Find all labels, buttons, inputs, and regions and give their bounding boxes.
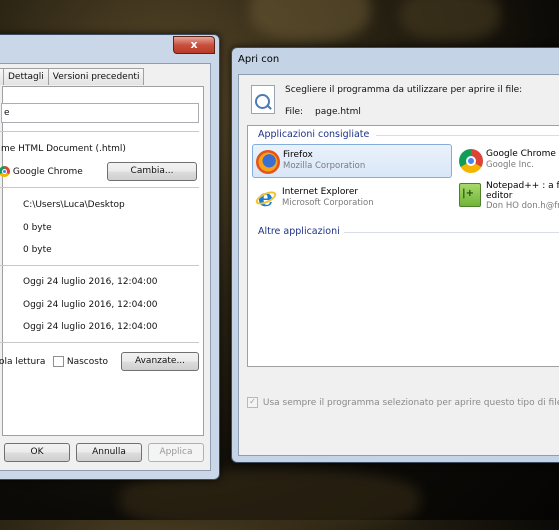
hidden-label: Nascosto xyxy=(66,357,108,367)
app-publisher: Microsoft Corporation xyxy=(282,198,374,208)
hidden-checkbox[interactable] xyxy=(53,356,64,367)
group-divider xyxy=(376,135,559,136)
desktop-wallpaper xyxy=(250,0,370,40)
size-on-disk-value: 0 byte xyxy=(23,245,52,255)
properties-body: Dettagli Versioni precedenti e me HTML D… xyxy=(0,63,211,471)
file-label: File: xyxy=(285,107,304,117)
open-with-app-name: Google Chrome xyxy=(12,167,83,177)
ok-button[interactable]: OK xyxy=(4,443,70,462)
app-item-notepad-plus-plus[interactable]: Notepad++ : a fr editor Don HO don.h@fr xyxy=(456,178,559,218)
app-name: Google Chrome xyxy=(486,149,556,159)
properties-close-button[interactable]: x xyxy=(173,36,215,54)
open-with-title: Apri con xyxy=(238,54,280,65)
app-name: Internet Explorer xyxy=(282,187,359,197)
always-use-option[interactable]: ✓ Usa sempre il programma selezionato pe… xyxy=(247,397,559,408)
accessed-value: Oggi 24 luglio 2016, 12:04:00 xyxy=(23,322,158,332)
open-with-value: Google Chrome xyxy=(0,166,83,177)
notepad-plus-plus-icon xyxy=(459,183,481,207)
file-type-value: me HTML Document (.html) xyxy=(1,144,126,154)
divider xyxy=(0,131,199,132)
open-with-window: Apri con Scegliere il programma da utili… xyxy=(231,47,559,463)
apply-button[interactable]: Applica xyxy=(148,443,204,462)
tab-previous-versions[interactable]: Versioni precedenti xyxy=(47,68,145,85)
app-item-chrome[interactable]: Google Chrome Google Inc. xyxy=(456,144,559,178)
desktop-wallpaper-detail xyxy=(400,0,500,40)
application-list: Applicazioni consigliate Firefox Mozilla… xyxy=(247,125,559,367)
divider xyxy=(0,187,199,188)
app-name: Firefox xyxy=(283,150,313,160)
open-with-body: Scegliere il programma da utilizzare per… xyxy=(238,74,559,456)
properties-tabs: Dettagli Versioni precedenti xyxy=(0,68,145,86)
chrome-icon xyxy=(459,149,483,173)
internet-explorer-icon xyxy=(255,183,279,212)
app-item-internet-explorer[interactable]: Internet Explorer Microsoft Corporation xyxy=(252,182,452,216)
always-use-label: Usa sempre il programma selezionato per … xyxy=(262,398,559,408)
app-item-firefox[interactable]: Firefox Mozilla Corporation xyxy=(252,144,452,178)
app-publisher: Google Inc. xyxy=(486,160,534,170)
app-publisher: Mozilla Corporation xyxy=(283,161,366,171)
file-properties-window: x Dettagli Versioni precedenti e me HTML… xyxy=(0,34,220,480)
readonly-label[interactable]: ola lettura xyxy=(0,357,45,367)
app-publisher: Don HO don.h@fr xyxy=(486,201,559,211)
hidden-attribute[interactable]: Nascosto xyxy=(53,356,108,367)
location-value: C:\Users\Luca\Desktop xyxy=(23,200,125,210)
size-value: 0 byte xyxy=(23,223,52,233)
divider xyxy=(0,342,199,343)
always-use-checkbox[interactable]: ✓ xyxy=(247,397,258,408)
firefox-icon xyxy=(256,150,280,174)
file-name: page.html xyxy=(315,107,361,117)
general-tab-page: e me HTML Document (.html) Google Chrome… xyxy=(0,86,204,436)
open-with-instruction: Scegliere il programma da utilizzare per… xyxy=(285,85,523,95)
properties-title-bar[interactable]: x xyxy=(0,35,219,55)
chrome-small-icon xyxy=(0,166,10,177)
file-name-field[interactable]: e xyxy=(1,103,199,123)
app-name-line2: editor xyxy=(486,191,513,201)
modified-value: Oggi 24 luglio 2016, 12:04:00 xyxy=(23,300,158,310)
group-divider xyxy=(344,232,559,233)
change-button[interactable]: Cambia... xyxy=(107,162,197,181)
file-search-icon xyxy=(251,85,275,114)
advanced-button[interactable]: Avanzate... xyxy=(121,352,199,371)
cancel-button[interactable]: Annulla xyxy=(76,443,142,462)
recommended-apps-header: Applicazioni consigliate xyxy=(258,129,370,140)
created-value: Oggi 24 luglio 2016, 12:04:00 xyxy=(23,277,158,287)
app-name: Notepad++ : a fr xyxy=(486,181,559,191)
divider xyxy=(0,265,199,266)
other-apps-header[interactable]: Altre applicazioni xyxy=(258,226,340,237)
tab-details[interactable]: Dettagli xyxy=(3,68,49,85)
